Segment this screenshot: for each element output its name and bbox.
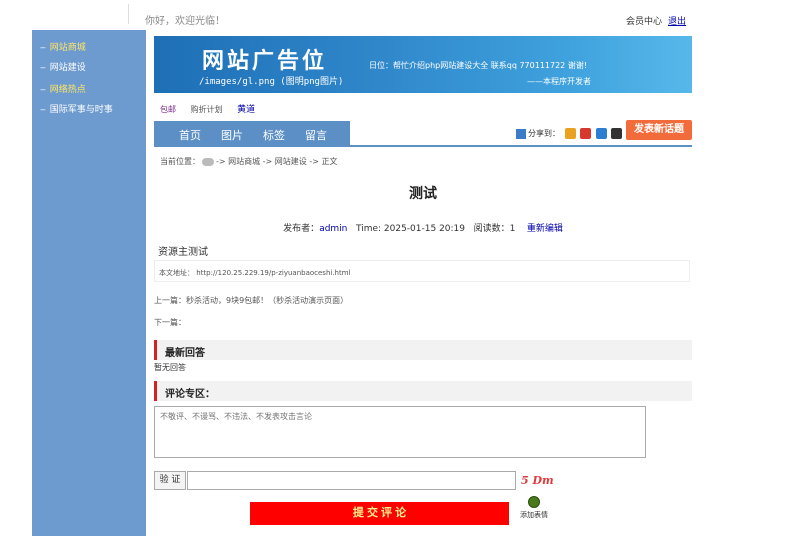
comment-box [154, 406, 646, 458]
edit-link[interactable]: 重新编辑 [527, 224, 563, 234]
sidebar-item-military[interactable]: ‒ 国际军事与时事 [40, 102, 113, 115]
captcha-image[interactable]: 5 Dm [521, 474, 554, 487]
post-topic-button[interactable]: 发表新话题 [626, 120, 692, 140]
breadcrumb: 当前位置： -> 网站商城 -> 网站建设 -> 正文 [160, 156, 337, 167]
replies-header: 最新回答 [154, 340, 692, 360]
verify-label: 验 证 [154, 471, 186, 490]
bullet-icon: ‒ [40, 43, 46, 53]
author-label: 发布者： [283, 224, 320, 234]
weibo-icon[interactable] [580, 128, 592, 139]
welcome-text: 你好，欢迎光临！ [145, 16, 225, 27]
sidebar-item-hot[interactable]: ‒ 网络热点 [40, 82, 86, 95]
sidebar-item-label: 网站商城 [49, 43, 86, 53]
sublink-free-shipping[interactable]: 包邮 [160, 105, 176, 114]
banner-path: /images/gl.png (图明png图片) [199, 77, 344, 87]
replies-heading: 最新回答 [165, 348, 205, 359]
post-time: Time: 2025-01-15 20:19 [355, 224, 466, 234]
tab-tags[interactable]: 标签 [263, 127, 285, 143]
article-url[interactable]: 本文地址： http://120.25.229.19/p-ziyuanbaoce… [159, 268, 351, 278]
sidebar-item-label: 国际军事与时事 [49, 105, 113, 115]
no-replies-text: 暂无回答 [154, 363, 186, 372]
article-title: 测试 [409, 186, 437, 202]
comments-header: 评论专区： [154, 381, 692, 401]
top-bar: 你好，欢迎光临！ 会员中心 退出 [0, 0, 800, 30]
qq-icon[interactable] [611, 128, 623, 139]
share-label: 分享到： [528, 129, 560, 138]
verify-input[interactable] [187, 471, 516, 490]
sidebar-item-web-build[interactable]: ‒ 网站建设 [40, 60, 86, 73]
plus-icon [516, 128, 526, 139]
nav-underline [154, 145, 692, 147]
sublink-huangdao[interactable]: 黄道 [237, 105, 255, 115]
article-meta: 发布者：admin Time: 2025-01-15 20:19 阅读数：1 重… [154, 221, 692, 234]
breadcrumb-prefix: 当前位置： [160, 157, 200, 166]
bullet-icon: ‒ [40, 105, 46, 115]
qzone-icon[interactable] [564, 128, 576, 139]
sub-links: 包邮 购折计划 黄道 [160, 102, 255, 115]
comments-heading: 评论专区： [165, 389, 215, 400]
banner-title: 网站广告位 [202, 49, 328, 74]
comment-textarea[interactable] [155, 407, 645, 457]
reads-label: 阅读数： [473, 224, 510, 234]
cloud-icon [202, 157, 214, 166]
emoji-icon [528, 496, 540, 508]
bullet-icon: ‒ [40, 85, 46, 95]
top-divider [128, 4, 129, 24]
banner-signature: ——本程序开发者 [527, 77, 591, 86]
logout-link[interactable]: 退出 [668, 14, 686, 27]
sidebar: ‒ 网站商城 ‒ 网站建设 ‒ 网络热点 ‒ 国际军事与时事 [32, 30, 146, 536]
reads-count: 1 [509, 224, 516, 234]
tencent-weibo-icon[interactable] [595, 128, 607, 139]
author-link[interactable]: admin [319, 224, 347, 234]
main-nav: 首页 图片 标签 留言 [154, 121, 350, 145]
sidebar-item-label: 网站建设 [49, 63, 86, 73]
share-bar: 分享到： [516, 128, 623, 139]
submit-comment-button[interactable]: 提 交 评 论 [250, 502, 509, 525]
sidebar-item-shop[interactable]: ‒ 网站商城 [40, 40, 86, 53]
emoji-label: 添加表情 [520, 511, 548, 519]
tab-images[interactable]: 图片 [221, 127, 243, 143]
prev-article-link[interactable]: 上一篇：秒杀活动，9块9包邮！（秒杀活动演示页面） [154, 295, 348, 306]
tab-messages[interactable]: 留言 [305, 127, 327, 143]
article-body: 资源主测试 [158, 247, 208, 258]
tab-home[interactable]: 首页 [179, 127, 201, 143]
ad-banner[interactable]: 网站广告位 /images/gl.png (图明png图片) 日位：帮忙介绍ph… [154, 36, 692, 93]
sidebar-item-label: 网络热点 [49, 85, 86, 95]
add-emoji-button[interactable]: 添加表情 [514, 496, 554, 520]
sublink-plan[interactable]: 购折计划 [191, 105, 223, 114]
member-center-link[interactable]: 会员中心 [626, 14, 662, 27]
next-article-link[interactable]: 下一篇： [154, 317, 186, 328]
banner-note: 日位：帮忙介绍php网站建设大全 联系qq 770111722 谢谢! [369, 61, 588, 70]
url-box: 本文地址： http://120.25.229.19/p-ziyuanbaoce… [154, 260, 690, 282]
bullet-icon: ‒ [40, 63, 46, 73]
breadcrumb-path[interactable]: -> 网站商城 -> 网站建设 -> 正文 [216, 157, 337, 166]
